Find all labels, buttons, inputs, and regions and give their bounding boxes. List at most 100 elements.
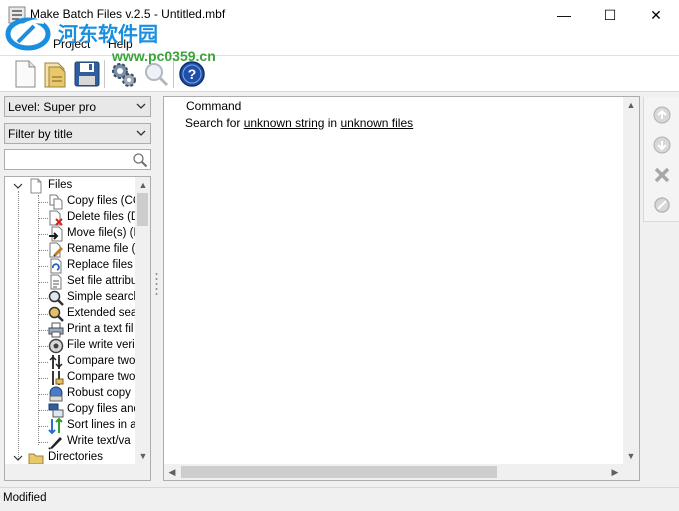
copy-files-icon — [48, 403, 64, 418]
tree-item-label: Print a text fil — [67, 323, 134, 335]
collapse-icon[interactable] — [13, 181, 23, 191]
tree-item-label: Compare two — [67, 355, 136, 367]
command-list[interactable]: Command Search for unknown string in unk… — [163, 96, 640, 481]
scroll-right-arrow-icon[interactable]: ▶ — [607, 464, 623, 480]
disable-icon[interactable] — [652, 195, 672, 215]
main-horizontal-scrollbar[interactable]: ◀ ▶ — [164, 464, 623, 480]
tree-item-replace-files[interactable]: Replace files ( — [5, 258, 140, 274]
save-icon[interactable] — [72, 59, 102, 89]
tree-item-label: Write text/va — [67, 435, 131, 447]
tree-connector — [38, 266, 48, 267]
filter-select-value: Filter by title — [8, 127, 73, 141]
tree-item-label: Copy files (CO — [67, 195, 142, 207]
tree-item-label: Extended sea — [67, 307, 138, 319]
tree-item-extended-search[interactable]: Extended sea — [5, 306, 138, 322]
tree-item-rename-file[interactable]: Rename file (R — [5, 242, 144, 258]
tree-connector — [38, 202, 48, 203]
scroll-up-arrow-icon[interactable]: ▲ — [623, 97, 639, 113]
main-vertical-scrollbar[interactable]: ▲ ▼ — [623, 97, 639, 464]
tree-item-set-attributes[interactable]: Set file attribu — [5, 274, 137, 290]
scroll-down-arrow-icon[interactable]: ▼ — [623, 448, 639, 464]
window-title: Make Batch Files v.2.5 - Untitled.mbf — [30, 7, 226, 21]
tree-connector — [38, 362, 48, 363]
settings-icon[interactable] — [108, 59, 138, 89]
help-icon[interactable]: ? — [177, 59, 207, 89]
tree-item-move-files[interactable]: Move file(s) (M — [5, 226, 143, 242]
toolbar: ? — [0, 56, 679, 92]
command-param-string[interactable]: unknown string — [244, 116, 325, 130]
close-button[interactable]: ✕ — [633, 0, 679, 32]
splitter-handle[interactable] — [155, 272, 158, 298]
compare-folders-icon — [52, 371, 64, 385]
scroll-up-arrow-icon[interactable]: ▲ — [135, 177, 150, 193]
toolbar-separator — [173, 60, 174, 88]
tree-item-write-text[interactable]: Write text/va — [5, 434, 135, 450]
tree-item-label: Rename file (R — [67, 243, 144, 255]
tree-connector — [38, 234, 48, 235]
column-header-command[interactable]: Command — [186, 99, 241, 113]
new-file-icon[interactable] — [10, 59, 40, 89]
tree-item-robust-copy[interactable]: Robust copy — [5, 386, 135, 402]
tree-item-label: File write veri — [67, 339, 135, 351]
app-icon — [8, 6, 26, 24]
menu-project[interactable]: Project — [53, 37, 90, 51]
tree-item-label: Copy files and — [67, 403, 140, 415]
tree-group-label: Directories — [48, 451, 103, 463]
tree-connector — [38, 314, 48, 315]
tree-item-sort-lines[interactable]: Sort lines in a — [5, 418, 137, 434]
attributes-file-icon — [50, 274, 62, 290]
file-icon — [30, 178, 42, 194]
tree-group-files[interactable]: Files — [5, 178, 135, 194]
search-icon[interactable] — [132, 152, 148, 168]
scroll-thumb[interactable] — [181, 466, 497, 478]
move-file-icon — [49, 226, 63, 242]
tree-item-label: Simple search — [67, 291, 140, 303]
tree-item-file-write-verify[interactable]: File write veri — [5, 338, 135, 354]
status-text: Modified — [3, 492, 47, 504]
menu-bar: Project Help — [0, 32, 679, 56]
tree-item-delete-files[interactable]: Delete files (D — [5, 210, 139, 226]
tree-connector — [38, 282, 48, 283]
tree-connector — [38, 394, 48, 395]
open-file-icon[interactable] — [40, 59, 70, 89]
tree-item-copy-files-and[interactable]: Copy files and — [5, 402, 140, 418]
tree-item-compare-two-2[interactable]: Compare two — [5, 370, 135, 386]
title-bar: Make Batch Files v.2.5 - Untitled.mbf — … — [0, 0, 679, 32]
maximize-button[interactable]: ☐ — [587, 0, 633, 32]
minimize-button[interactable]: — — [541, 0, 587, 32]
magnifier-plus-icon — [48, 306, 64, 322]
tree-vertical-scrollbar[interactable]: ▲ ▼ — [135, 177, 150, 464]
tree-item-copy-files[interactable]: Copy files (CO — [5, 194, 142, 210]
preview-icon[interactable] — [141, 59, 171, 89]
replace-file-icon — [50, 258, 62, 274]
scroll-thumb[interactable] — [137, 193, 148, 226]
menu-help[interactable]: Help — [108, 37, 133, 51]
tree-connector — [38, 410, 48, 411]
robust-copy-icon — [49, 386, 63, 402]
move-up-icon[interactable] — [652, 105, 672, 125]
command-param-files[interactable]: unknown files — [340, 116, 413, 130]
scroll-down-arrow-icon[interactable]: ▼ — [135, 448, 150, 464]
tree-item-label: Replace files ( — [67, 259, 140, 271]
rename-file-icon — [49, 242, 64, 258]
chevron-down-icon — [136, 103, 146, 109]
row-actions-panel — [643, 97, 679, 222]
delete-icon[interactable] — [652, 165, 672, 185]
collapse-icon[interactable] — [13, 453, 23, 463]
tree-horizontal-scrollbar[interactable] — [5, 464, 150, 480]
filter-select[interactable]: Filter by title — [4, 123, 151, 144]
tree-item-compare-two-1[interactable]: Compare two — [5, 354, 135, 370]
level-select[interactable]: Level: Super pro — [4, 96, 151, 117]
move-down-icon[interactable] — [652, 135, 672, 155]
search-input[interactable] — [4, 149, 151, 170]
tree-item-simple-search[interactable]: Simple search — [5, 290, 140, 306]
scroll-left-arrow-icon[interactable]: ◀ — [164, 464, 180, 480]
tree-item-print-text[interactable]: Print a text fil — [5, 322, 135, 338]
compare-icon — [49, 355, 63, 369]
command-row-prefix: Search for — [185, 116, 244, 130]
tree-item-label: Robust copy — [67, 387, 131, 399]
tree-connector — [38, 330, 48, 331]
tree-item-label: Delete files (D — [67, 211, 140, 223]
command-row[interactable]: Search for unknown string in unknown fil… — [185, 116, 413, 130]
command-tree[interactable]: Files Copy files (CO Delete files (D Mov… — [4, 176, 151, 481]
